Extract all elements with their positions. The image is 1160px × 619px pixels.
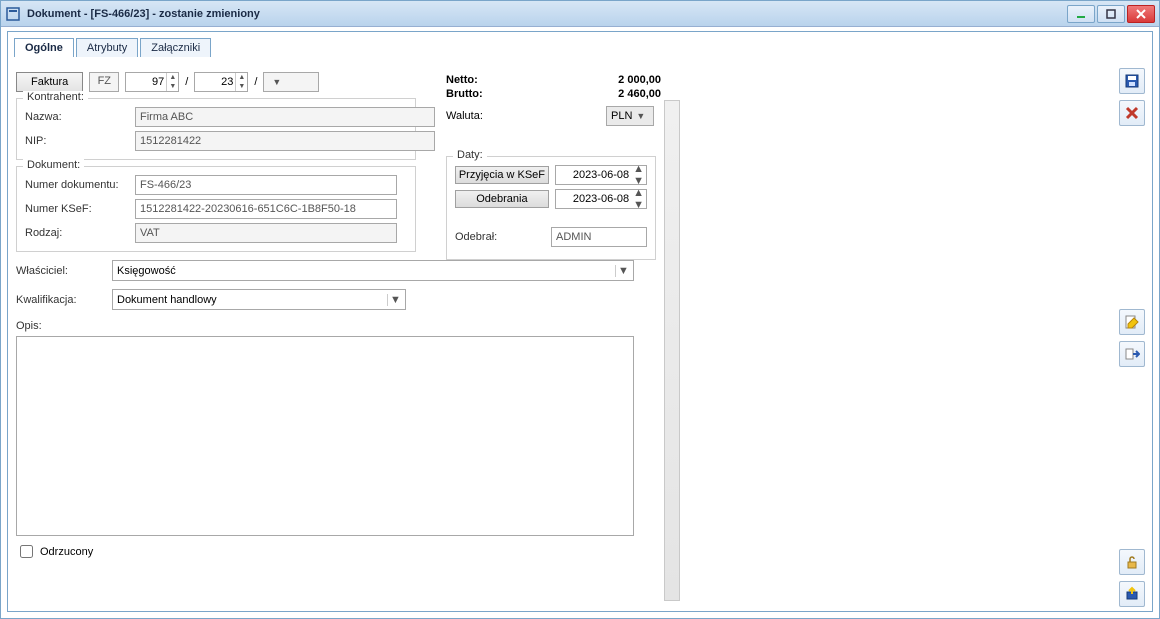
- nazwa-label: Nazwa:: [25, 111, 135, 123]
- spin-down-icon[interactable]: ▼: [633, 199, 644, 211]
- numer-dokumentu-input[interactable]: [135, 175, 397, 195]
- odebral-label: Odebrał:: [455, 231, 545, 243]
- spin-down-icon[interactable]: ▼: [633, 175, 644, 187]
- kwalifikacja-combo[interactable]: Dokument handlowy ▼: [112, 289, 406, 310]
- spin-up-icon[interactable]: ▲: [633, 187, 644, 199]
- przyjecia-date-value: 2023-06-08: [573, 169, 629, 181]
- spin-up-icon[interactable]: ▲: [235, 73, 247, 82]
- spin-up-icon[interactable]: ▲: [166, 73, 178, 82]
- dokument-legend: Dokument:: [23, 159, 84, 171]
- odrzucony-check-input[interactable]: [20, 545, 33, 558]
- doc-number-2-input[interactable]: [195, 73, 235, 91]
- waluta-value: PLN: [611, 110, 632, 122]
- brutto-label: Brutto:: [446, 88, 506, 100]
- netto-label: Netto:: [446, 74, 506, 86]
- tab-content: Faktura FZ ▲▼ / ▲▼ / ▼: [8, 64, 1152, 611]
- chevron-down-icon: ▼: [615, 265, 631, 277]
- doc-number-1-input[interactable]: [126, 73, 166, 91]
- cancel-button[interactable]: [1119, 100, 1145, 126]
- maximize-button[interactable]: [1097, 5, 1125, 23]
- tab-zalaczniki[interactable]: Załączniki: [140, 38, 211, 57]
- window-title: Dokument - [FS-466/23] - zostanie zmieni…: [27, 8, 1067, 20]
- sep1: /: [185, 76, 188, 88]
- rodzaj-label: Rodzaj:: [25, 227, 135, 239]
- nip-input[interactable]: [135, 131, 435, 151]
- wlasciciel-value: Księgowość: [117, 265, 176, 277]
- export-icon: [1124, 586, 1140, 602]
- faktura-button[interactable]: Faktura: [16, 72, 83, 92]
- tab-ogolne[interactable]: Ogólne: [14, 38, 74, 57]
- tab-atrybuty[interactable]: Atrybuty: [76, 38, 138, 57]
- edit-button[interactable]: [1119, 309, 1145, 335]
- close-icon: [1124, 105, 1140, 121]
- kontrahent-legend: Kontrahent:: [23, 91, 88, 103]
- rodzaj-input[interactable]: [135, 223, 397, 243]
- titlebar: Dokument - [FS-466/23] - zostanie zmieni…: [1, 1, 1159, 27]
- lock-open-icon: [1124, 554, 1140, 570]
- daty-legend: Daty:: [453, 149, 487, 161]
- arrow-right-icon: [1124, 346, 1140, 362]
- numer-ksef-label: Numer KSeF:: [25, 203, 135, 215]
- chevron-down-icon: ▼: [387, 294, 403, 306]
- export-button[interactable]: [1119, 581, 1145, 607]
- spin-down-icon[interactable]: ▼: [166, 82, 178, 91]
- przyjecia-ksef-date[interactable]: 2023-06-08 ▲▼: [555, 165, 647, 185]
- app-icon: [5, 6, 21, 22]
- kwalifikacja-label: Kwalifikacja:: [16, 294, 106, 306]
- totals: Netto:2 000,00 Brutto:2 460,00 Waluta: P…: [446, 74, 661, 128]
- left-column: Faktura FZ ▲▼ / ▲▼ / ▼: [16, 72, 656, 561]
- spin-down-icon[interactable]: ▼: [235, 82, 247, 91]
- wlasciciel-combo[interactable]: Księgowość ▼: [112, 260, 634, 281]
- odrzucony-checkbox[interactable]: Odrzucony: [16, 542, 656, 561]
- numer-dokumentu-label: Numer dokumentu:: [25, 179, 135, 191]
- tabs: Ogólne Atrybuty Załączniki: [8, 32, 1152, 57]
- spin-up-icon[interactable]: ▲: [633, 163, 644, 175]
- brutto-value: 2 460,00: [506, 88, 661, 100]
- save-button[interactable]: [1119, 68, 1145, 94]
- close-button[interactable]: [1127, 5, 1155, 23]
- minimize-button[interactable]: [1067, 5, 1095, 23]
- wlasciciel-label: Właściciel:: [16, 265, 106, 277]
- vertical-scrollbar[interactable]: [664, 100, 680, 601]
- dokument-group: Dokument: Numer dokumentu: Numer KSeF: R…: [16, 166, 416, 252]
- document-window: Dokument - [FS-466/23] - zostanie zmieni…: [0, 0, 1160, 619]
- navigate-button[interactable]: [1119, 341, 1145, 367]
- pencil-icon: [1124, 314, 1140, 330]
- lock-button[interactable]: [1119, 549, 1145, 575]
- netto-value: 2 000,00: [506, 74, 661, 86]
- odebrania-date-value: 2023-06-08: [573, 193, 629, 205]
- odrzucony-label: Odrzucony: [40, 546, 93, 558]
- sep2: /: [254, 76, 257, 88]
- window-buttons: [1067, 5, 1155, 23]
- numer-ksef-input[interactable]: [135, 199, 397, 219]
- right-toolbar: [1116, 68, 1148, 607]
- dates-group: Daty: Przyjęcia w KSeF 2023-06-08 ▲▼ Ode…: [446, 156, 656, 260]
- opis-textarea[interactable]: [16, 336, 634, 536]
- odebrania-button[interactable]: Odebrania: [455, 190, 549, 208]
- opis-label: Opis:: [16, 320, 42, 332]
- doc-number-1[interactable]: ▲▼: [125, 72, 179, 92]
- client-area: Ogólne Atrybuty Załączniki Faktura FZ ▲▼…: [7, 31, 1153, 612]
- waluta-label: Waluta:: [446, 110, 506, 122]
- nazwa-input[interactable]: [135, 107, 435, 127]
- chevron-down-icon: ▼: [636, 111, 645, 121]
- floppy-icon: [1124, 73, 1140, 89]
- waluta-select[interactable]: PLN ▼: [606, 106, 654, 126]
- przyjecia-ksef-button[interactable]: Przyjęcia w KSeF: [455, 166, 549, 184]
- doc-number-2[interactable]: ▲▼: [194, 72, 248, 92]
- odebral-input[interactable]: [551, 227, 647, 247]
- kontrahent-group: Kontrahent: Nazwa: NIP:: [16, 98, 416, 160]
- nip-label: NIP:: [25, 135, 135, 147]
- kwalifikacja-value: Dokument handlowy: [117, 294, 217, 306]
- chevron-down-icon: ▼: [272, 77, 281, 87]
- doc-type-code: FZ: [89, 72, 119, 92]
- odebrania-date[interactable]: 2023-06-08 ▲▼: [555, 189, 647, 209]
- doc-number-3-select[interactable]: ▼: [263, 72, 319, 92]
